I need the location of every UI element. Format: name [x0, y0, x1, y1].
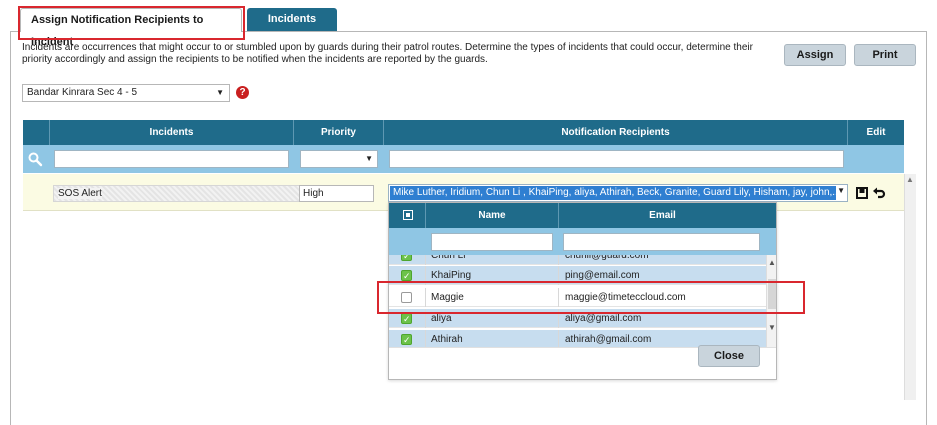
popup-scrollbar[interactable]: ▲ ▼: [766, 255, 776, 347]
list-item[interactable]: Maggie maggie@timeteccloud.com: [389, 288, 766, 307]
column-header-notification-recipients[interactable]: Notification Recipients: [383, 120, 847, 145]
recipient-checkbox[interactable]: [401, 292, 412, 303]
recipients-selected-text: Mike Luther, Iridium, Chun Li , KhaiPing…: [390, 186, 836, 200]
popup-name-filter-input[interactable]: [431, 233, 553, 251]
grid-scrollbar[interactable]: [904, 174, 916, 400]
help-icon[interactable]: ?: [236, 86, 249, 99]
list-item[interactable]: KhaiPing ping@email.com: [389, 266, 766, 286]
scroll-up-icon[interactable]: ▲: [768, 258, 776, 267]
column-header-incidents[interactable]: Incidents: [49, 120, 293, 145]
recipient-checkbox[interactable]: [401, 331, 412, 347]
popup-scroll-thumb[interactable]: [768, 279, 776, 309]
tab-incidents-list[interactable]: Incidents List: [247, 8, 337, 47]
popup-filter-row: [389, 228, 776, 255]
chevron-down-icon: ▼: [365, 154, 373, 163]
site-select-value: Bandar Kinrara Sec 4 - 5: [27, 87, 138, 98]
column-header-priority[interactable]: Priority: [293, 120, 383, 145]
popup-list: Chun Li chunli@guard.com KhaiPing ping@e…: [389, 255, 766, 347]
popup-email-filter-input[interactable]: [563, 233, 760, 251]
grid-filter-row: ▼: [23, 145, 904, 173]
assign-button[interactable]: Assign: [784, 44, 846, 66]
scroll-down-icon[interactable]: ▼: [768, 323, 776, 332]
incident-name-cell: SOS Alert: [53, 185, 317, 202]
list-item[interactable]: aliya aliya@gmail.com: [389, 309, 766, 329]
page-description: Incidents are occurrences that might occ…: [22, 42, 753, 65]
column-header-edit: Edit: [847, 120, 904, 145]
undo-icon[interactable]: [872, 186, 886, 200]
close-button[interactable]: Close: [698, 345, 760, 367]
recipient-checkbox[interactable]: [401, 310, 412, 329]
grid-header-blank: [23, 120, 49, 145]
list-item[interactable]: Chun Li chunli@guard.com: [389, 255, 766, 266]
recipient-checkbox[interactable]: [401, 267, 412, 286]
select-all-checkbox[interactable]: [403, 210, 413, 220]
tab-assign-notification-recipients[interactable]: Assign Notification Recipients to Incide…: [20, 8, 242, 48]
priority-filter-select[interactable]: ▼: [300, 150, 378, 168]
print-button[interactable]: Print: [854, 44, 916, 66]
popup-column-email: Email: [558, 203, 766, 228]
site-select[interactable]: Bandar Kinrara Sec 4 - 5 ▼: [22, 84, 230, 102]
popup-header: Name Email: [389, 203, 776, 228]
incidents-grid-header: Incidents Priority Notification Recipien…: [23, 120, 904, 145]
incidents-filter-input[interactable]: [54, 150, 289, 168]
search-icon[interactable]: [27, 151, 43, 167]
recipients-multiselect[interactable]: Mike Luther, Iridium, Chun Li , KhaiPing…: [388, 184, 848, 202]
priority-cell[interactable]: High: [299, 185, 374, 202]
recipient-checkbox[interactable]: [401, 255, 412, 266]
recipients-filter-input[interactable]: [389, 150, 844, 168]
popup-column-name: Name: [425, 203, 558, 228]
popup-select-all-cell: [389, 203, 425, 228]
scroll-up-icon[interactable]: ▲: [906, 175, 914, 184]
chevron-down-icon: ▼: [216, 88, 224, 97]
chevron-down-icon[interactable]: ▼: [837, 186, 845, 195]
save-icon[interactable]: [855, 186, 869, 200]
